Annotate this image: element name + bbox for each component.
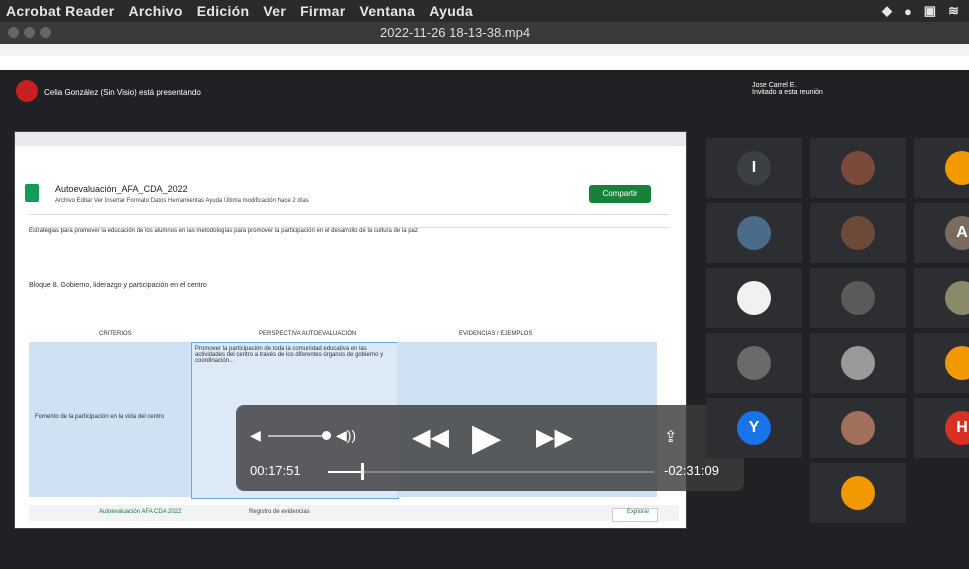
participant-tile[interactable] — [810, 203, 906, 263]
progress-knob[interactable] — [361, 463, 365, 480]
explore-button: Explorar — [612, 508, 658, 522]
shared-bookmarks — [15, 160, 686, 172]
participant-tile[interactable]: I — [706, 138, 802, 198]
participant-avatar — [737, 281, 771, 315]
sheet-tab-1: Autoevaluación AFA CDA 2022 — [99, 509, 182, 515]
dropbox-icon[interactable]: ◆ — [882, 3, 892, 19]
menu-app-name[interactable]: Acrobat Reader — [6, 3, 114, 19]
sheet-menu: Archivo Editar Ver Insertar Formato Dato… — [55, 198, 309, 204]
row-label: Fomento de la participación en la vida d… — [35, 414, 165, 420]
participant-tile[interactable] — [914, 333, 969, 393]
participant-avatar — [841, 476, 875, 510]
participant-avatar — [841, 216, 875, 250]
fast-forward-button[interactable]: ▶▶ — [536, 423, 573, 452]
participant-tile[interactable] — [810, 398, 906, 458]
column-headers: CRITERIOS PERSPECTIVA AUTOEVALUACIÓN EVI… — [29, 328, 669, 342]
play-button[interactable]: ▶ — [472, 415, 501, 460]
current-time: 00:17:51 — [250, 463, 301, 478]
participant-tile[interactable] — [706, 268, 802, 328]
participant-tile[interactable]: A — [914, 203, 969, 263]
player-title: 2022-11-26 18-13-38.mp4 — [380, 25, 531, 40]
volume-knob[interactable] — [322, 431, 331, 440]
menu-ver[interactable]: Ver — [263, 3, 286, 19]
participant-avatar — [945, 346, 969, 380]
sheet-tab-2: Registro de evidencias — [249, 509, 310, 515]
menu-ventana[interactable]: Ventana — [359, 3, 415, 19]
sheet-tabs: Autoevaluación AFA CDA 2022 Registro de … — [29, 505, 679, 521]
menu-ayuda[interactable]: Ayuda — [429, 3, 473, 19]
participant-avatar — [945, 151, 969, 185]
volume-high-icon[interactable]: ◀)) — [336, 427, 356, 444]
volume-low-icon[interactable]: ◀ — [250, 427, 261, 444]
user-chip: Jose Carrel E. Invitado a esta reunión — [752, 82, 823, 96]
minimize-window-button[interactable] — [24, 27, 35, 38]
participant-tile[interactable] — [810, 268, 906, 328]
participant-tile[interactable] — [810, 138, 906, 198]
menu-edicion[interactable]: Edición — [197, 3, 250, 19]
share-button: Compartir — [589, 185, 651, 203]
video-controls: ◀ ◀)) ◀◀ ▶ ▶▶ ⇪ ▭ 00:17:51 -02:31:09 — [236, 405, 744, 491]
col-head-1: CRITERIOS — [99, 331, 132, 337]
menu-bar: Acrobat Reader Archivo Edición Ver Firma… — [0, 0, 969, 22]
participant-avatar: H — [945, 411, 969, 445]
participant-tile[interactable]: Y — [706, 398, 802, 458]
status-icon[interactable]: ● — [904, 4, 912, 19]
participant-tile[interactable] — [810, 463, 906, 523]
cell-text: Promover la participación de toda la com… — [195, 346, 384, 364]
browser-tabstrip — [0, 44, 969, 56]
participant-avatar — [841, 411, 875, 445]
share-icon[interactable]: ⇪ — [664, 427, 677, 447]
rewind-button[interactable]: ◀◀ — [412, 423, 449, 452]
player-titlebar: 2022-11-26 18-13-38.mp4 — [0, 22, 969, 44]
participant-avatar — [737, 216, 771, 250]
remaining-time: -02:31:09 — [664, 463, 719, 478]
volume-slider[interactable] — [268, 435, 328, 437]
participant-tile[interactable] — [914, 268, 969, 328]
col-head-3: EVIDENCIAS / EJEMPLOS — [459, 331, 533, 337]
menu-archivo[interactable]: Archivo — [128, 3, 182, 19]
participant-avatar — [945, 281, 969, 315]
sheets-icon — [25, 184, 39, 202]
participant-tile[interactable] — [914, 138, 969, 198]
formula-bar: Estrategias para promover la educación d… — [29, 228, 418, 234]
section-header: Bloque 8. Gobierno, liderazgo y particip… — [29, 282, 207, 289]
participant-tile[interactable] — [706, 333, 802, 393]
participant-avatar: A — [945, 216, 969, 250]
display-icon[interactable]: ▣ — [924, 3, 936, 19]
user-name: Jose Carrel E. — [752, 82, 797, 89]
progress-track[interactable] — [328, 471, 654, 473]
close-window-button[interactable] — [8, 27, 19, 38]
user-subtitle: Invitado a esta reunión — [752, 89, 823, 96]
explore-label: Explorar — [627, 509, 650, 515]
participant-tile[interactable]: H — [914, 398, 969, 458]
shared-address-bar — [15, 146, 686, 161]
participant-tile[interactable] — [810, 333, 906, 393]
progress-fill — [328, 471, 363, 473]
wifi-icon[interactable]: ≋ — [948, 3, 959, 19]
menu-firmar[interactable]: Firmar — [300, 3, 345, 19]
participant-avatar — [841, 151, 875, 185]
participant-avatar — [841, 281, 875, 315]
sheet-title: Autoevaluación_AFA_CDA_2022 — [55, 184, 188, 194]
participant-avatar: I — [737, 151, 771, 185]
sheet-format-toolbar — [29, 214, 669, 228]
participant-avatar — [841, 346, 875, 380]
participant-avatar — [737, 346, 771, 380]
col-head-2: PERSPECTIVA AUTOEVALUACIÓN — [259, 331, 357, 337]
zoom-window-button[interactable] — [40, 27, 51, 38]
presenter-avatar — [16, 80, 38, 102]
shared-browser-tabs — [15, 132, 686, 146]
participant-avatar: Y — [737, 411, 771, 445]
participant-tile[interactable] — [706, 203, 802, 263]
browser-bookmarks-bar — [0, 56, 969, 70]
presenting-text: Celia González (Sin Visio) está presenta… — [44, 88, 201, 97]
